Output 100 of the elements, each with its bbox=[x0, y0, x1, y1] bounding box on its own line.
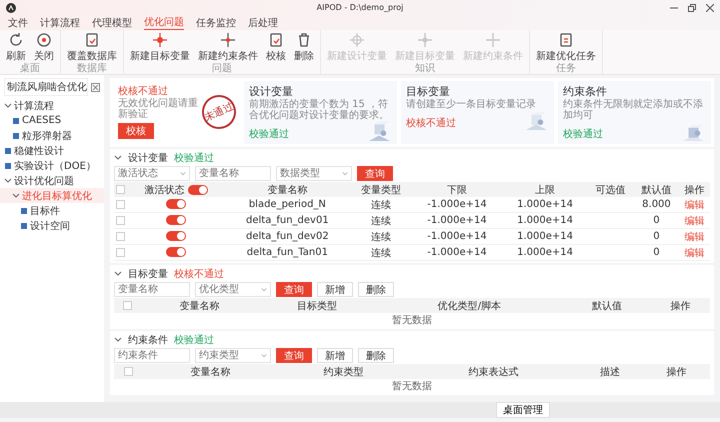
menu-tab[interactable]: 文件 bbox=[8, 16, 28, 30]
chevron-down-icon[interactable] bbox=[114, 336, 122, 344]
action-button[interactable]: 删除 bbox=[358, 282, 394, 297]
edit-link[interactable]: 编辑 bbox=[684, 232, 705, 242]
card-title: 目标变量 bbox=[406, 84, 451, 98]
group-label: 知识 bbox=[415, 63, 435, 75]
edit-link[interactable]: 编辑 bbox=[684, 200, 705, 210]
group-label: 任务 bbox=[556, 63, 576, 75]
check-button[interactable]: 校核 bbox=[118, 123, 154, 139]
section-title: 目标变量 bbox=[128, 268, 168, 281]
checkbox[interactable] bbox=[116, 232, 126, 241]
table-cell: 1.000e+14 bbox=[517, 247, 574, 258]
tree-item[interactable]: 计算流程 bbox=[0, 98, 104, 113]
column-header: 变量名称 bbox=[179, 300, 220, 312]
group-label: 问题 bbox=[212, 63, 232, 75]
action-button[interactable]: 新增 bbox=[317, 282, 353, 297]
tree-item[interactable]: 设计空间 bbox=[0, 218, 104, 233]
edit-link[interactable]: 编辑 bbox=[684, 216, 705, 226]
toolbar-button[interactable]: 关闭 bbox=[32, 30, 56, 63]
toggle-switch[interactable] bbox=[166, 247, 186, 258]
checkbox[interactable] bbox=[116, 248, 126, 257]
card-title: 约束条件 bbox=[563, 84, 608, 98]
toolbar-button[interactable]: 覆盖数据库 bbox=[65, 30, 119, 63]
card-title: 设计变量 bbox=[249, 84, 294, 98]
tree-item[interactable]: 粒形弹射器 bbox=[0, 128, 104, 143]
checkbox[interactable] bbox=[116, 184, 126, 194]
column-header: 可选值 bbox=[596, 184, 626, 196]
restore-icon[interactable] bbox=[688, 4, 696, 12]
toolbar-button[interactable]: 校核 bbox=[264, 30, 288, 63]
toolbar-button[interactable]: 删除 bbox=[292, 30, 316, 63]
column-header: 下限 bbox=[446, 184, 467, 196]
table-cell: delta_fun_Tan01 bbox=[246, 247, 328, 258]
table-cell: 1.000e+14 bbox=[517, 199, 574, 210]
tree-item[interactable]: CAESES bbox=[0, 113, 104, 128]
column-header: 目标类型 bbox=[297, 300, 338, 312]
caret-icon[interactable] bbox=[180, 170, 186, 176]
tree-item[interactable]: 目标件 bbox=[0, 203, 104, 218]
column-header: 默认值 bbox=[641, 184, 672, 196]
empty-message: 暂无数据 bbox=[392, 315, 432, 326]
action-button[interactable]: 删除 bbox=[358, 348, 394, 363]
collapse-icon[interactable] bbox=[91, 82, 100, 92]
edit-link[interactable]: 编辑 bbox=[684, 248, 705, 258]
checkbox[interactable] bbox=[116, 216, 126, 225]
column-header: 变量名称 bbox=[267, 184, 308, 196]
input-field[interactable]: 约束条件 bbox=[114, 348, 190, 363]
action-button[interactable]: 查询 bbox=[276, 282, 312, 297]
toggle-switch[interactable] bbox=[166, 199, 186, 210]
summary-message: 无效优化问题请重新验证 bbox=[118, 98, 198, 120]
chevron-down-icon[interactable] bbox=[114, 270, 122, 278]
select-field[interactable]: 约束类型 bbox=[195, 348, 271, 363]
action-button[interactable]: 查询 bbox=[357, 166, 393, 181]
column-header: 约束表达式 bbox=[468, 366, 519, 378]
table-cell: delta_fun_dev02 bbox=[246, 231, 329, 242]
select-field[interactable]: 数据类型 bbox=[276, 166, 352, 181]
caret-icon[interactable] bbox=[261, 286, 267, 292]
validation-status: 校验通过 bbox=[174, 334, 214, 347]
action-button[interactable]: 查询 bbox=[276, 348, 312, 363]
select-field[interactable]: 激活状态 bbox=[114, 166, 190, 181]
checkbox[interactable] bbox=[122, 300, 132, 310]
table-cell: blade_period_N bbox=[248, 199, 326, 210]
tree-item[interactable]: 稳健性设计 bbox=[0, 143, 104, 158]
table-cell: -1.000e+14 bbox=[427, 215, 487, 226]
toggle-switch[interactable] bbox=[166, 231, 186, 242]
menu-tab[interactable]: 代理模型 bbox=[92, 16, 132, 30]
toolbar-button[interactable]: 新建约束条件 bbox=[196, 30, 260, 63]
validation-status: 校核不通过 bbox=[174, 268, 224, 281]
toolbar-button[interactable]: 新建优化任务 bbox=[534, 30, 598, 63]
section-title: 约束条件 bbox=[128, 334, 168, 347]
select-field[interactable]: 优化类型 bbox=[195, 282, 271, 297]
node-icon bbox=[12, 116, 20, 124]
table-cell: delta_fun_dev01 bbox=[246, 215, 329, 226]
card-description: 约束条件无限制就定添加或不添加均可 bbox=[563, 99, 704, 121]
chevron-down-icon[interactable] bbox=[4, 102, 12, 110]
caret-icon[interactable] bbox=[342, 170, 348, 176]
toggle-switch[interactable] bbox=[166, 215, 186, 226]
section-title: 设计变量 bbox=[128, 152, 168, 165]
action-button[interactable]: 新增 bbox=[317, 348, 353, 363]
crosshair-icon bbox=[349, 32, 365, 48]
table-cell: 1.000e+14 bbox=[517, 215, 574, 226]
menu-tab[interactable]: 后处理 bbox=[248, 16, 278, 30]
caret-icon[interactable] bbox=[261, 352, 267, 358]
group-label: 数据库 bbox=[77, 63, 107, 75]
tree-item[interactable]: 实验设计（DOE） bbox=[0, 158, 104, 173]
column-header: 默认值 bbox=[592, 300, 622, 312]
tree-item[interactable]: 进化目标算优化 bbox=[0, 188, 104, 203]
trash-icon bbox=[296, 32, 312, 48]
toolbar-button[interactable]: 新建目标变量 bbox=[128, 30, 192, 63]
project-select[interactable]: 制流风扇啮合优化 bbox=[4, 78, 88, 96]
chevron-down-icon[interactable] bbox=[114, 154, 122, 162]
toolbar-button[interactable]: 刷新 bbox=[4, 30, 28, 63]
menu-tab[interactable]: 计算流程 bbox=[40, 16, 80, 30]
node-icon bbox=[20, 222, 28, 230]
menu-tab[interactable]: 任务监控 bbox=[196, 16, 236, 30]
empty-message: 暂无数据 bbox=[392, 381, 432, 392]
tree-item[interactable]: 设计优化问题 bbox=[0, 173, 104, 188]
taskbar-button[interactable]: 桌面管理 bbox=[496, 402, 550, 418]
checkbox[interactable] bbox=[116, 200, 126, 209]
card-description: 请创建至少一条目标变量记录 bbox=[406, 99, 537, 110]
toggle-switch[interactable] bbox=[188, 184, 208, 195]
checkbox[interactable] bbox=[124, 366, 134, 376]
